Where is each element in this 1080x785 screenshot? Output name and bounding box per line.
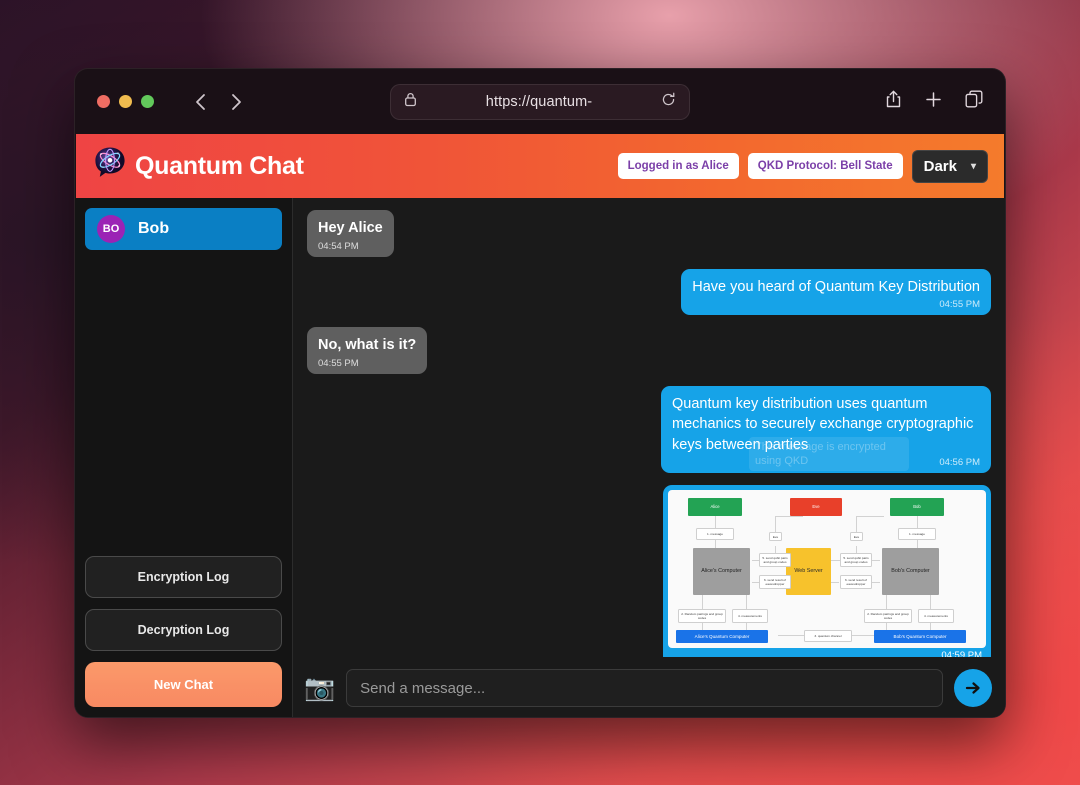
- close-window-button[interactable]: [97, 95, 110, 108]
- diagram-label-result-right: 6. send result of eavesdropper: [840, 575, 872, 589]
- message-row: Hey Alice 04:54 PM: [307, 210, 991, 257]
- diagram-line: [848, 635, 876, 636]
- message-input[interactable]: [346, 669, 943, 707]
- chrome-actions: [885, 90, 983, 114]
- diagram-line: [778, 635, 806, 636]
- message-time: 04:55 PM: [939, 299, 980, 310]
- diagram-node-eve: Eve: [790, 498, 842, 516]
- browser-chrome: https://quantum-: [75, 69, 1005, 134]
- message-time: 04:56 PM: [939, 457, 980, 468]
- forward-button[interactable]: [226, 91, 246, 113]
- browser-window: https://quantum- Quantum Chat Logged in …: [74, 68, 1006, 718]
- diagram-line: [746, 595, 747, 609]
- message-bubble-incoming: No, what is it? 04:55 PM: [307, 327, 428, 374]
- encryption-log-button[interactable]: Encryption Log: [85, 556, 282, 598]
- diagram-label-qubit-right: 5. send qubit pairs and group codes: [840, 553, 872, 567]
- message-list: Hey Alice 04:54 PM Have you heard of Qua…: [293, 198, 1005, 657]
- qkd-protocol-diagram: Alice Eve Bob 1. message 1. message Eve …: [668, 490, 986, 648]
- message-time: 04:55 PM: [318, 357, 359, 369]
- app-body: BO Bob Encryption Log Decryption Log New…: [75, 198, 1005, 717]
- diagram-label-message-right: 1. message: [898, 528, 936, 540]
- diagram-line: [872, 560, 880, 561]
- message-row: No, what is it? 04:55 PM: [307, 327, 991, 374]
- diagram-label-eve-left: Eve: [769, 532, 782, 541]
- message-text: No, what is it?: [318, 337, 417, 353]
- send-button[interactable]: [954, 669, 992, 707]
- diagram-line: [930, 595, 931, 609]
- qkd-protocol-badge: QKD Protocol: Bell State: [747, 153, 903, 179]
- plus-icon[interactable]: [925, 91, 942, 113]
- message-row: Have you heard of Quantum Key Distributi…: [307, 268, 991, 315]
- diagram-node-alice-computer: Alice's Computer: [693, 548, 750, 595]
- diagram-line: [872, 582, 880, 583]
- diagram-line: [886, 595, 887, 609]
- avatar: BO: [97, 215, 125, 243]
- message-text: Hey Alice: [318, 220, 383, 236]
- minimize-window-button[interactable]: [119, 95, 132, 108]
- diagram-label-measure-right: 4. measurements: [918, 609, 954, 623]
- logged-in-badge: Logged in as Alice: [617, 153, 739, 179]
- lock-icon: [404, 92, 417, 112]
- decryption-log-button[interactable]: Decryption Log: [85, 609, 282, 651]
- sidebar: BO Bob Encryption Log Decryption Log New…: [75, 198, 293, 717]
- camera-icon[interactable]: 📷: [304, 675, 335, 701]
- message-text: Quantum key distribution uses quantum me…: [672, 395, 974, 453]
- diagram-node-alice: Alice: [688, 498, 742, 516]
- message-row: Alice Eve Bob 1. message 1. message Eve …: [307, 485, 991, 657]
- reload-icon[interactable]: [661, 92, 676, 112]
- diagram-node-bob: Bob: [890, 498, 944, 516]
- diagram-line: [775, 516, 803, 517]
- message-bubble-image[interactable]: Alice Eve Bob 1. message 1. message Eve …: [663, 485, 991, 657]
- diagram-label-result-left: 6. send result of eavesdropper: [759, 575, 791, 589]
- contact-name: Bob: [138, 220, 170, 237]
- quantum-atom-chat-icon: [94, 146, 128, 187]
- header-actions: Logged in as Alice QKD Protocol: Bell St…: [617, 149, 988, 183]
- message-row: Quantum key distribution uses quantum me…: [307, 385, 991, 473]
- message-bubble-outgoing: Have you heard of Quantum Key Distributi…: [681, 268, 991, 315]
- message-time: 04:54 PM: [318, 240, 359, 252]
- diagram-label-random-right: 2. Random pairings and group codes: [864, 609, 912, 623]
- maximize-window-button[interactable]: [141, 95, 154, 108]
- page-title: Quantum Chat: [135, 151, 304, 180]
- diagram-node-bob-quantum: Bob's Quantum Computer: [874, 630, 966, 643]
- diagram-label-measure-left: 4. measurements: [732, 609, 768, 623]
- theme-select-value: Dark: [923, 157, 957, 175]
- diagram-label-qubit-left: 5. send qubit pairs and group codes: [759, 553, 791, 567]
- chat-panel: Hey Alice 04:54 PM Have you heard of Qua…: [293, 198, 1005, 717]
- brand: Quantum Chat: [94, 146, 304, 187]
- diagram-node-web-server: Web Server: [786, 548, 831, 595]
- diagram-node-bob-computer: Bob's Computer: [882, 548, 939, 595]
- diagram-label-message-left: 1. message: [696, 528, 734, 540]
- url-text: https://quantum-: [485, 93, 593, 110]
- tabs-icon[interactable]: [965, 90, 983, 113]
- diagram-label-quantum-channel: 3. quantum channel: [804, 630, 852, 642]
- diagram-node-alice-quantum: Alice's Quantum Computer: [676, 630, 768, 643]
- diagram-line: [856, 516, 884, 517]
- diagram-label-eve-right: Eve: [850, 532, 863, 541]
- diagram-label-random-left: 2. Random pairings and group codes: [678, 609, 726, 623]
- navigation-buttons: [190, 91, 246, 113]
- message-time: 04:59 PM: [941, 650, 982, 657]
- chevron-down-icon: ▾: [970, 160, 976, 172]
- message-input-bar: 📷: [293, 657, 1005, 717]
- share-icon[interactable]: [885, 90, 902, 114]
- message-bubble-outgoing: Quantum key distribution uses quantum me…: [661, 385, 991, 473]
- app-header: Quantum Chat Logged in as Alice QKD Prot…: [76, 134, 1004, 198]
- address-bar[interactable]: https://quantum-: [390, 83, 690, 120]
- diagram-line: [702, 595, 703, 609]
- sidebar-item-bob[interactable]: BO Bob: [85, 208, 282, 250]
- theme-select[interactable]: Dark ▾: [911, 149, 988, 183]
- message-bubble-incoming: Hey Alice 04:54 PM: [307, 210, 394, 257]
- new-chat-button[interactable]: New Chat: [85, 662, 282, 707]
- diagram-line: [715, 516, 716, 528]
- traffic-lights: [97, 95, 154, 108]
- back-button[interactable]: [190, 91, 210, 113]
- diagram-line: [917, 516, 918, 528]
- message-text: Have you heard of Quantum Key Distributi…: [692, 278, 980, 295]
